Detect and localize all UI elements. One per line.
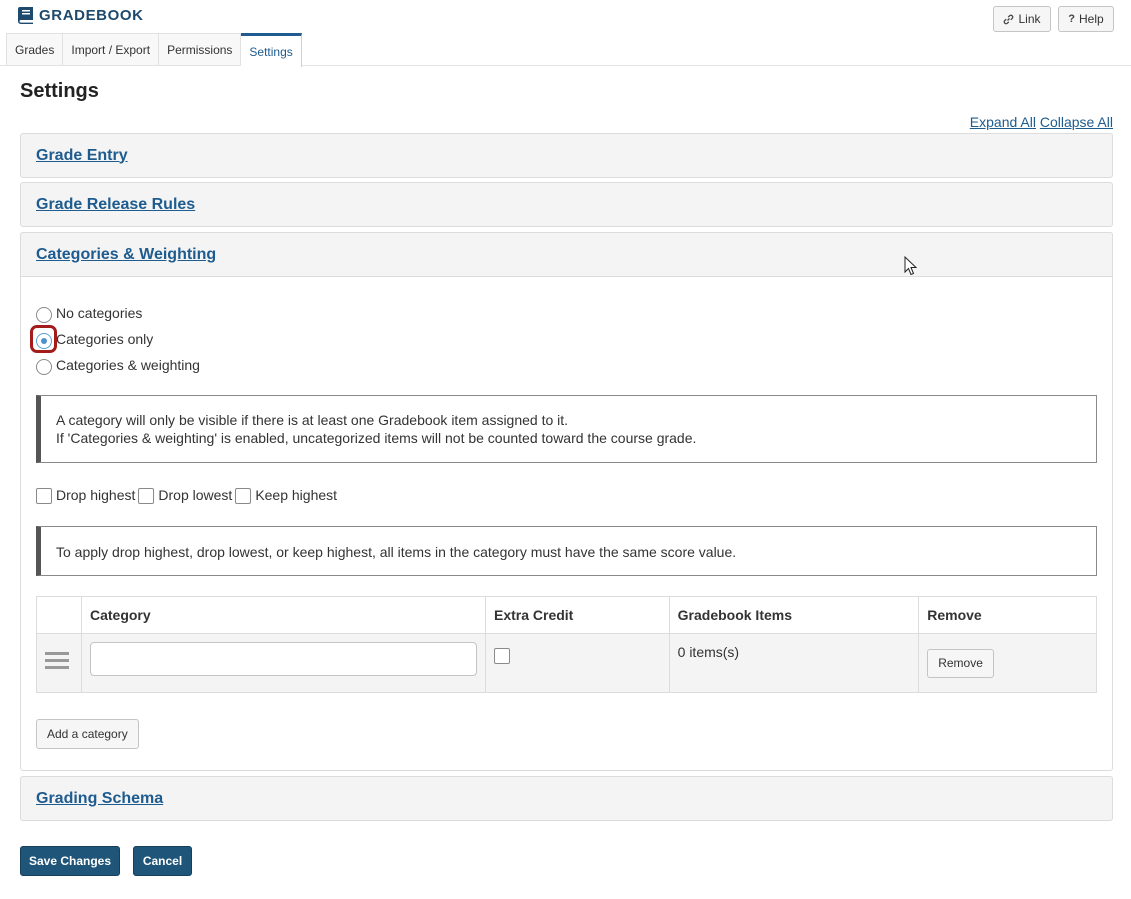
cancel-button[interactable]: Cancel: [133, 846, 192, 876]
link-button[interactable]: Link: [993, 6, 1051, 32]
grade-entry-toggle[interactable]: Grade Entry: [36, 147, 128, 165]
mouse-cursor-icon: [904, 256, 918, 276]
drag-handle-icon[interactable]: [45, 652, 69, 670]
note-line-1: A category will only be visible if there…: [56, 412, 569, 428]
grading-schema-toggle[interactable]: Grading Schema: [36, 790, 163, 808]
drop-highest-checkbox[interactable]: [36, 488, 52, 504]
categories-table: Category Extra Credit Gradebook Items Re…: [36, 596, 1097, 693]
collapse-all-link[interactable]: Collapse All: [1040, 114, 1113, 130]
categories-weighting-toggle[interactable]: Categories & Weighting: [36, 246, 216, 264]
help-button[interactable]: ? Help: [1058, 6, 1114, 32]
drop-lowest-label: Drop lowest: [158, 486, 233, 503]
save-changes-button[interactable]: Save Changes: [20, 846, 120, 876]
tab-grades[interactable]: Grades: [6, 33, 64, 66]
tab-settings[interactable]: Settings: [241, 33, 302, 67]
keep-highest-label: Keep highest: [255, 486, 338, 503]
keep-highest-checkbox[interactable]: [235, 488, 252, 504]
column-header-drag: [36, 596, 82, 634]
tab-import-export[interactable]: Import / Export: [63, 33, 160, 66]
panel-grade-release-rules: Grade Release Rules: [20, 182, 1113, 227]
panel-grade-entry: Grade Entry: [20, 133, 1113, 178]
categories-only-label: Categories only: [56, 331, 154, 347]
brand: GRADEBOOK: [17, 6, 144, 25]
tab-permissions[interactable]: Permissions: [159, 33, 242, 66]
drop-lowest-checkbox[interactable]: [138, 488, 155, 504]
remove-cell: Remove: [918, 633, 1097, 693]
question-icon: ?: [1068, 13, 1076, 25]
categories-weighting-header: Categories & Weighting: [20, 232, 1113, 277]
option-no-categories[interactable]: No categories: [36, 303, 142, 323]
tabs-divider: [0, 65, 1131, 66]
drop-note-text: To apply drop highest, drop lowest, or k…: [56, 544, 737, 560]
category-visibility-note: A category will only be visible if there…: [36, 395, 1097, 463]
expand-collapse-links: Expand All Collapse All: [970, 114, 1113, 130]
drop-highest-label: Drop highest: [56, 486, 136, 503]
category-cell: [80, 633, 486, 693]
link-icon: [1004, 14, 1014, 24]
grade-release-rules-toggle[interactable]: Grade Release Rules: [36, 196, 195, 214]
panel-categories-weighting: Categories & Weighting No categories Cat…: [20, 232, 1113, 771]
option-categories-weighting[interactable]: Categories & weighting: [36, 355, 200, 375]
column-header-category: Category: [80, 596, 486, 634]
panel-grading-schema: Grading Schema: [20, 776, 1113, 821]
remove-category-button[interactable]: Remove: [927, 649, 994, 678]
column-header-extra-credit: Extra Credit: [484, 596, 670, 634]
no-categories-label: No categories: [56, 305, 143, 321]
expand-all-link[interactable]: Expand All: [970, 114, 1036, 130]
extra-credit-cell: [484, 633, 670, 693]
column-header-remove: Remove: [918, 596, 1097, 634]
add-category-button[interactable]: Add a category: [36, 719, 139, 749]
category-name-input[interactable]: [89, 642, 477, 676]
no-categories-radio[interactable]: [36, 307, 52, 323]
drop-options: Drop highest Drop lowest Keep highest: [36, 485, 340, 504]
column-header-gradebook-items: Gradebook Items: [668, 596, 920, 634]
tab-bar: Grades Import / Export Permissions Setti…: [6, 33, 302, 67]
page-title: Settings: [20, 80, 99, 102]
table-row: 0 items(s) Remove: [36, 633, 1097, 693]
gradebook-items-cell: 0 items(s): [668, 633, 920, 693]
table-header-row: Category Extra Credit Gradebook Items Re…: [36, 596, 1097, 634]
drop-rules-note: To apply drop highest, drop lowest, or k…: [36, 526, 1097, 576]
categories-weighting-label: Categories & weighting: [56, 357, 200, 373]
app-title: GRADEBOOK: [39, 7, 144, 24]
highlight-annotation: [30, 325, 57, 353]
note-line-2: If 'Categories & weighting' is enabled, …: [56, 430, 697, 446]
link-button-label: Link: [1018, 12, 1041, 26]
help-button-label: Help: [1079, 12, 1104, 26]
drag-cell: [36, 633, 82, 693]
categories-weighting-radio[interactable]: [36, 359, 52, 375]
book-icon: [18, 7, 33, 24]
extra-credit-checkbox[interactable]: [493, 648, 510, 664]
top-bar: GRADEBOOK Link ? Help Grades Import / Ex…: [0, 0, 1131, 67]
